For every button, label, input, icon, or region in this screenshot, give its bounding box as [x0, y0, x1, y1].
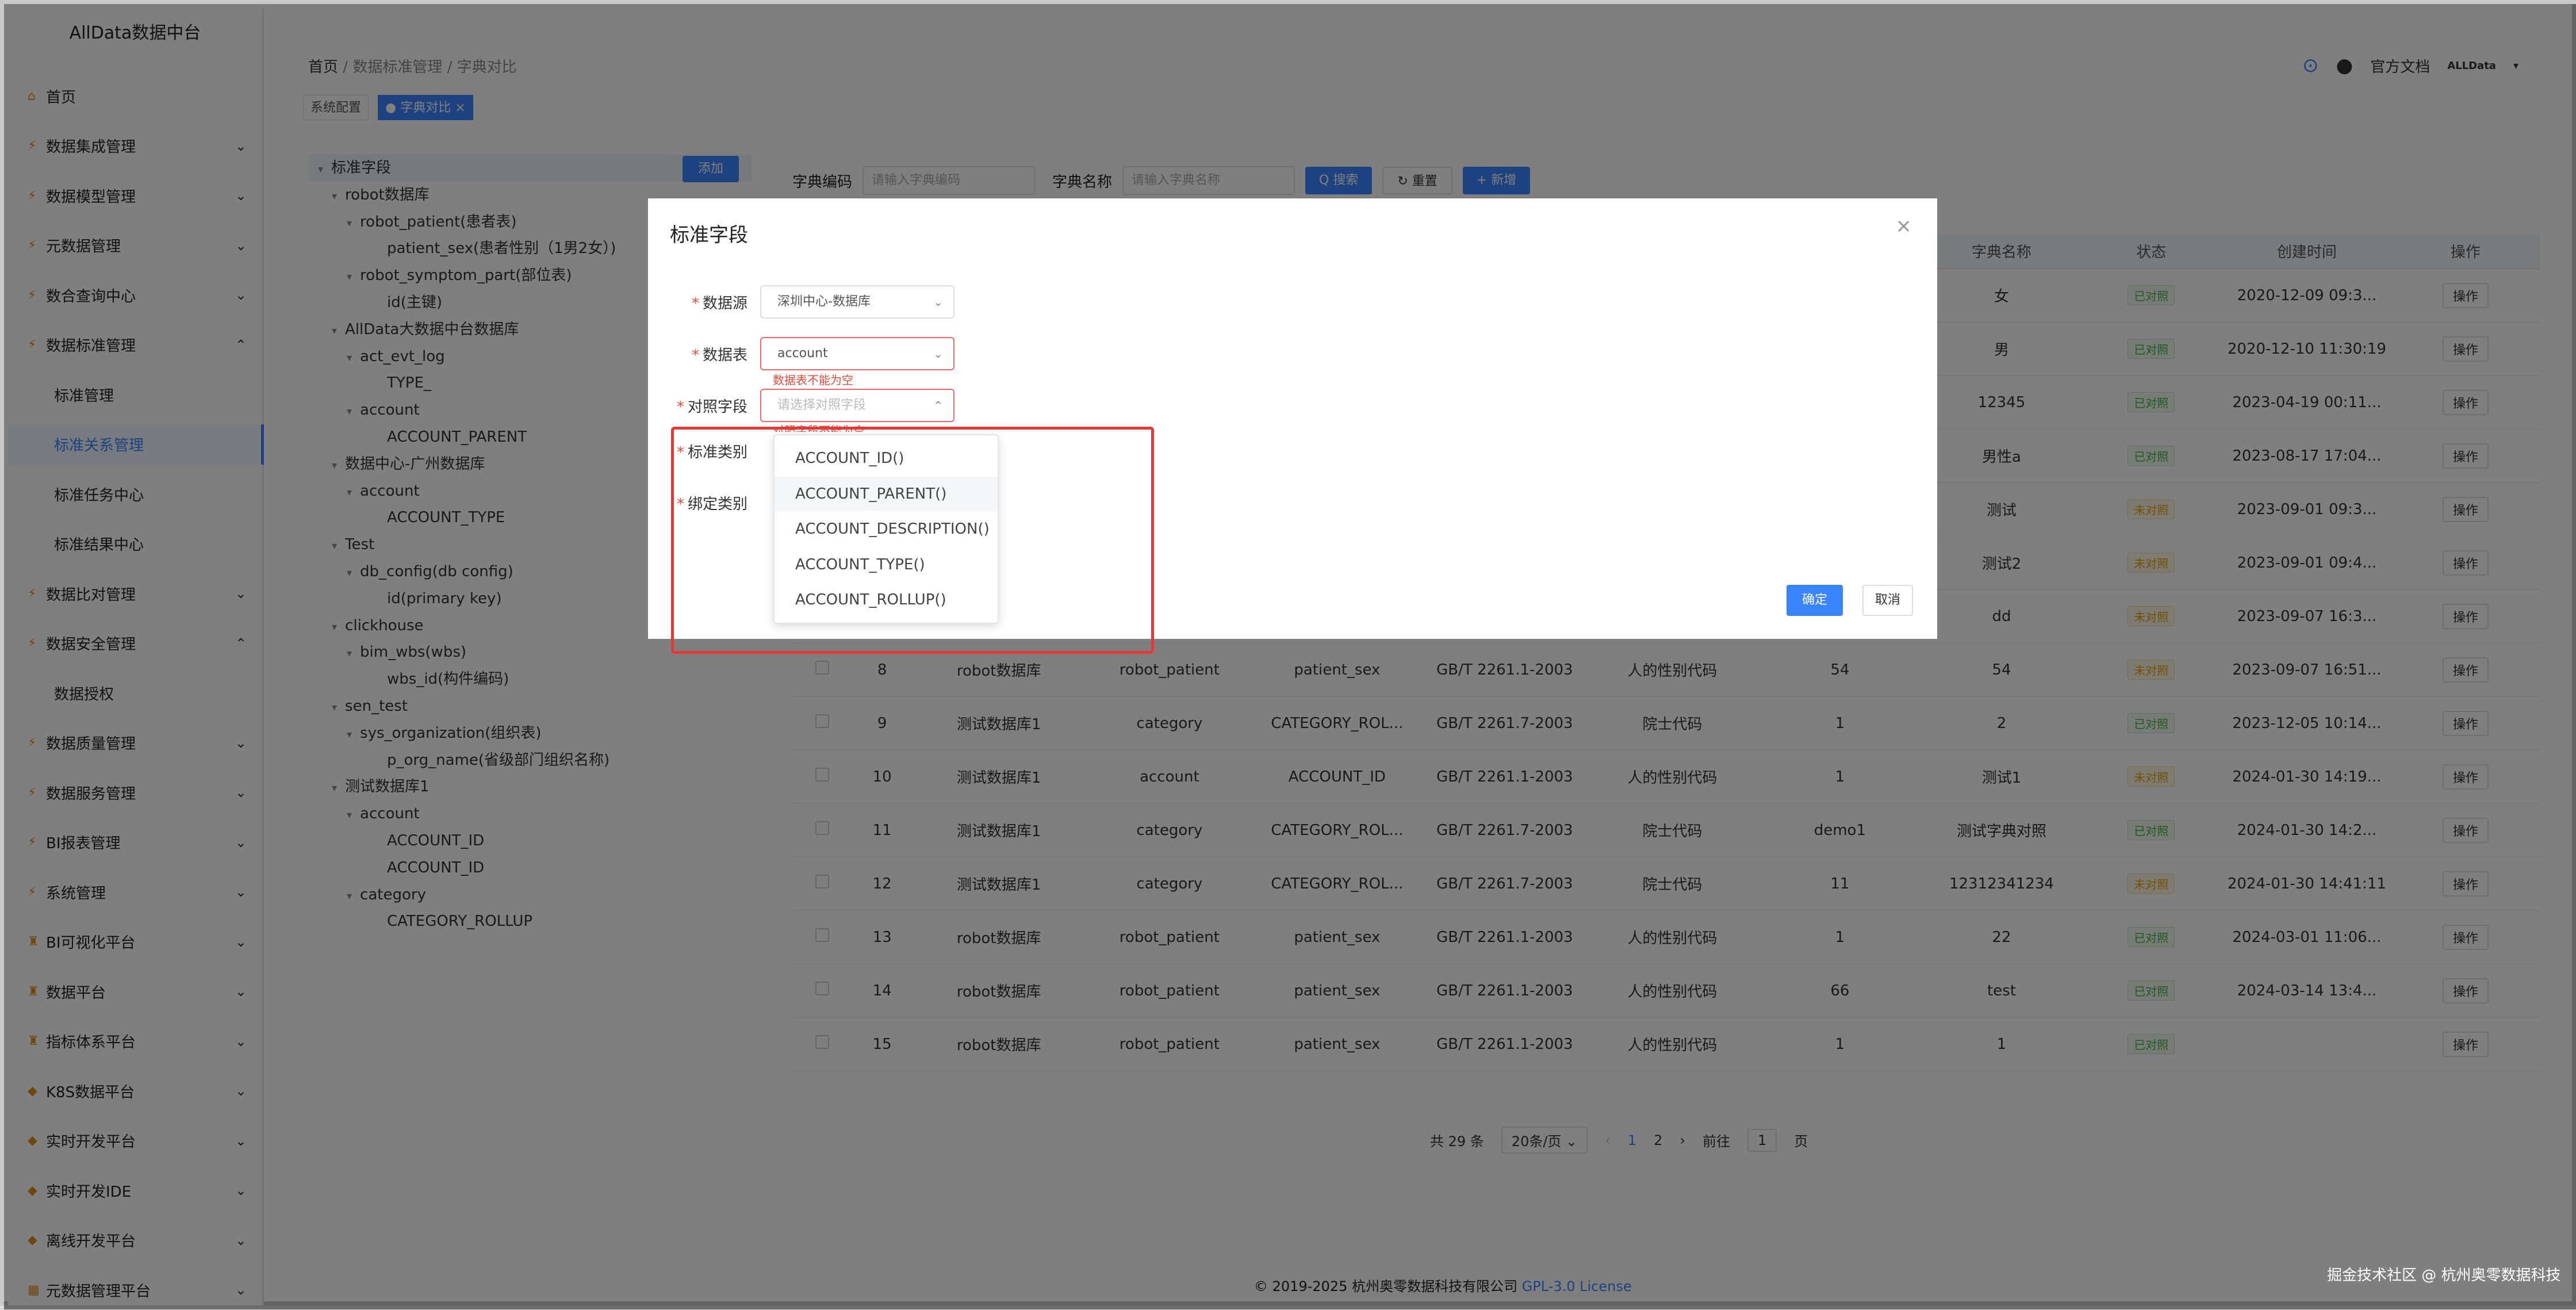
form-row-datasource: * 数据源 深圳中心-数据库 ⌄	[648, 285, 954, 319]
dialog-title: 标准字段	[670, 224, 748, 247]
required-mark: *	[691, 294, 699, 312]
app-window: AllData数据中台 ⌂首页⚡数据集成管理⌄⚡数据模型管理⌄⚡元数据管理⌄⚡数…	[0, 0, 2576, 1309]
field-placeholder: 请选择对照字段	[777, 398, 867, 412]
chevron-up-icon: ⌃	[933, 399, 943, 412]
close-icon[interactable]: ×	[1896, 214, 1912, 238]
table-value: account	[777, 346, 828, 361]
table-label-text: 数据表	[702, 346, 747, 364]
datasource-value: 深圳中心-数据库	[777, 294, 871, 309]
cancel-button[interactable]: 取消	[1862, 585, 1913, 616]
datasource-label: * 数据源	[648, 292, 760, 313]
datasource-select[interactable]: 深圳中心-数据库 ⌄	[760, 285, 954, 319]
watermark: 掘金技术社区 @ 杭州奥零数据科技	[2327, 1267, 2561, 1284]
field-label-text: 对照字段	[687, 398, 747, 416]
required-mark: *	[676, 398, 684, 416]
required-mark: *	[691, 346, 699, 364]
confirm-button[interactable]: 确定	[1787, 585, 1843, 616]
form-row-field: * 对照字段 请选择对照字段 ⌃	[648, 389, 954, 422]
annotation-highlight-box	[671, 427, 1154, 654]
chevron-down-icon: ⌄	[933, 295, 943, 309]
table-error: 数据表不能为空	[773, 373, 853, 387]
chevron-down-icon: ⌄	[933, 347, 943, 361]
datasource-label-text: 数据源	[702, 294, 747, 312]
field-select[interactable]: 请选择对照字段 ⌃	[760, 389, 954, 422]
table-label: * 数据表	[648, 343, 760, 365]
form-row-table: * 数据表 account ⌄	[648, 337, 954, 370]
table-select[interactable]: account ⌄	[760, 337, 954, 370]
field-label: * 对照字段	[648, 395, 760, 416]
